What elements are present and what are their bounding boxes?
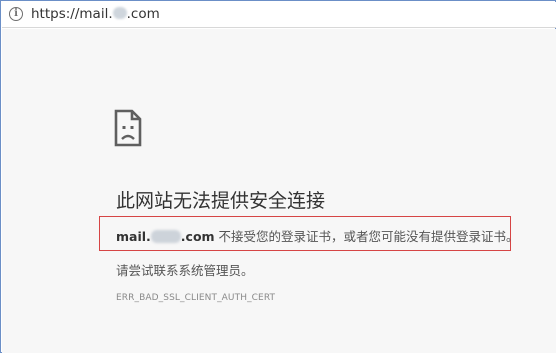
redacted-domain	[150, 230, 181, 243]
error-message: mail. .com 不接受您的登录证书，或者您可能没有提供登录证书。	[116, 226, 519, 245]
url-suffix: .com	[126, 6, 160, 22]
browser-window: i https://mail. .com	[0, 0, 556, 353]
advice-text: 请尝试联系系统管理员。	[116, 263, 254, 278]
error-code: ERR_BAD_SSL_CLIENT_AUTH_CERT	[116, 293, 276, 303]
url-prefix: https://mail.	[31, 6, 113, 22]
address-bar[interactable]: i https://mail. .com	[2, 2, 556, 28]
redacted-domain	[112, 7, 127, 19]
info-icon[interactable]: i	[9, 7, 23, 21]
sad-document-icon	[114, 109, 142, 147]
error-title: 此网站无法提供安全连接	[116, 190, 326, 212]
message-domain: mail. .com	[116, 229, 215, 244]
message-text: 不接受您的登录证书，或者您可能没有提供登录证书。	[214, 229, 519, 244]
message-domain-prefix: mail.	[116, 229, 151, 244]
message-domain-suffix: .com	[180, 229, 215, 244]
url-text[interactable]: https://mail. .com	[31, 6, 160, 22]
